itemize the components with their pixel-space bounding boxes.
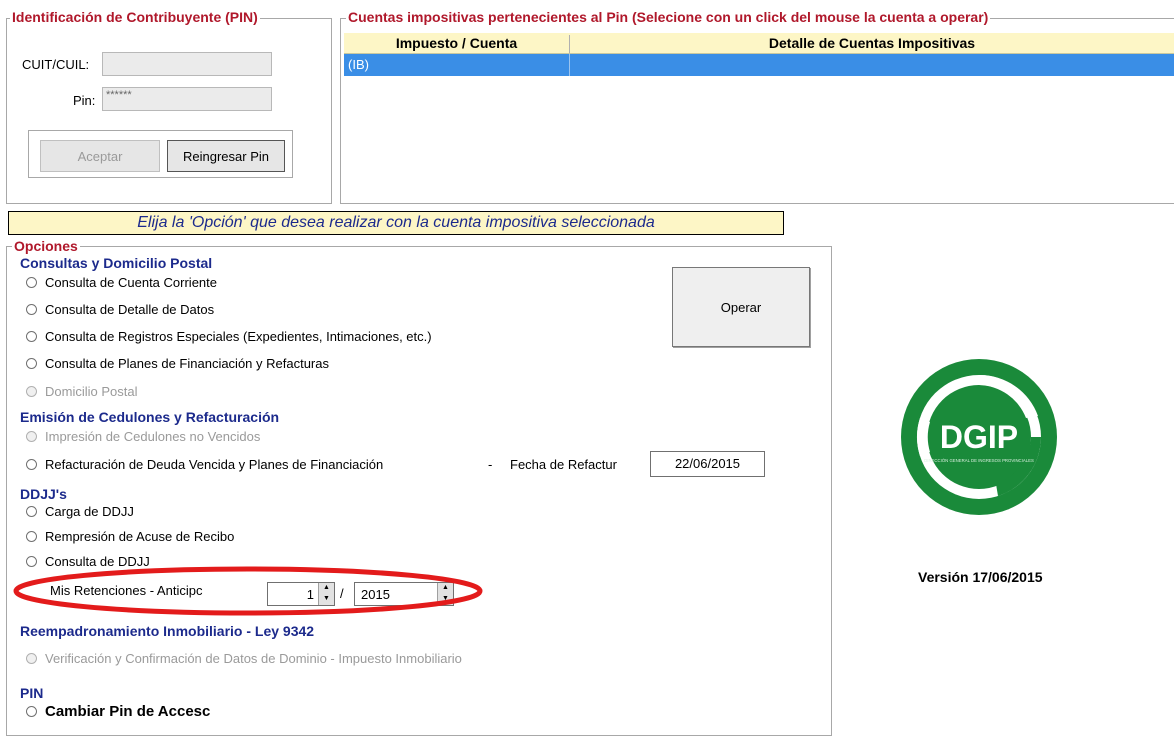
option-impresion-cedulones: Impresión de Cedulones no Vencidos bbox=[26, 429, 260, 444]
radio-icon bbox=[26, 653, 37, 664]
cell-divider bbox=[569, 54, 570, 76]
ddjj-title: DDJJ's bbox=[20, 486, 67, 502]
instruction-text: Elija la 'Opción' que desea realizar con… bbox=[137, 214, 655, 231]
option-label: Consulta de Detalle de Datos bbox=[45, 302, 215, 317]
column-header-detail[interactable]: Detalle de Cuentas Impositivas bbox=[570, 35, 1174, 51]
reempadronamiento-title: Reempadronamiento Inmobiliario - Ley 934… bbox=[20, 623, 315, 639]
emision-title: Emisión de Cedulones y Refacturación bbox=[20, 409, 280, 425]
option-label: Consulta de Cuenta Corriente bbox=[45, 275, 217, 290]
option-label: Carga de DDJJ bbox=[45, 504, 134, 519]
accounts-legend: Cuentas impositivas pertenecientes al Pi… bbox=[346, 9, 991, 25]
cuit-field[interactable] bbox=[102, 52, 272, 76]
option-label: Rempresión de Acuse de Recibo bbox=[45, 529, 235, 544]
logo-subtext: DIRECCIÓN GENERAL DE INGRESOS PROVINCIAL… bbox=[924, 458, 1034, 463]
dgip-logo: DGIP DIRECCIÓN GENERAL DE INGRESOS PROVI… bbox=[901, 359, 1057, 515]
option-label: Consulta de Planes de Financiación y Ref… bbox=[45, 356, 329, 371]
reenter-pin-button[interactable]: Reingresar Pin bbox=[167, 140, 285, 172]
pin-field[interactable]: ****** bbox=[102, 87, 272, 111]
annotation-ellipse bbox=[13, 566, 483, 616]
accounts-header: Impuesto / Cuenta Detalle de Cuentas Imp… bbox=[344, 33, 1174, 54]
pin-label: Pin: bbox=[73, 93, 96, 108]
option-registros-especiales[interactable]: Consulta de Registros Especiales (Expedi… bbox=[26, 329, 432, 344]
option-verificacion-dominio: Verificación y Confirmación de Datos de … bbox=[26, 651, 462, 666]
radio-icon bbox=[26, 386, 37, 397]
pin-legend: Identificación de Contribuyente (PIN) bbox=[10, 9, 260, 25]
radio-icon[interactable] bbox=[26, 459, 37, 470]
option-cambiar-pin[interactable]: Cambiar Pin de Accesc bbox=[26, 703, 210, 720]
radio-icon[interactable] bbox=[26, 706, 37, 717]
accounts-table: Impuesto / Cuenta Detalle de Cuentas Imp… bbox=[344, 33, 1174, 77]
radio-icon[interactable] bbox=[26, 331, 37, 342]
radio-icon[interactable] bbox=[26, 358, 37, 369]
instruction-banner: Elija la 'Opción' que desea realizar con… bbox=[8, 211, 784, 235]
version-label: Versión 17/06/2015 bbox=[918, 569, 1043, 585]
account-row-ib[interactable]: (IB) bbox=[344, 54, 1174, 76]
radio-icon[interactable] bbox=[26, 531, 37, 542]
accept-button[interactable]: Aceptar bbox=[40, 140, 160, 172]
option-detalle-datos[interactable]: Consulta de Detalle de Datos bbox=[26, 302, 214, 317]
cuit-label: CUIT/CUIL: bbox=[22, 57, 90, 72]
option-label: Domicilio Postal bbox=[45, 384, 138, 399]
column-header-account[interactable]: Impuesto / Cuenta bbox=[344, 35, 570, 53]
refactur-date-label: Fecha de Refactur bbox=[510, 457, 617, 472]
option-label: Verificación y Confirmación de Datos de … bbox=[45, 651, 462, 666]
option-cuenta-corriente[interactable]: Consulta de Cuenta Corriente bbox=[26, 275, 217, 290]
consultas-title: Consultas y Domicilio Postal bbox=[20, 255, 213, 271]
pin-title: PIN bbox=[20, 685, 44, 701]
account-cell: (IB) bbox=[348, 57, 369, 72]
refactur-separator: - bbox=[488, 457, 493, 472]
radio-icon[interactable] bbox=[26, 506, 37, 517]
option-label: Cambiar Pin de Accesc bbox=[45, 703, 211, 720]
option-domicilio-postal: Domicilio Postal bbox=[26, 384, 137, 399]
option-reimpresion-acuse[interactable]: Rempresión de Acuse de Recibo bbox=[26, 529, 234, 544]
option-refacturacion[interactable]: Refacturación de Deuda Vencida y Planes … bbox=[26, 457, 383, 472]
option-planes-financiacion[interactable]: Consulta de Planes de Financiación y Ref… bbox=[26, 356, 329, 371]
option-label: Consulta de Registros Especiales (Expedi… bbox=[45, 329, 432, 344]
refactur-date-input[interactable]: 22/06/2015 bbox=[650, 451, 765, 477]
logo-text: DGIP bbox=[940, 419, 1018, 455]
radio-icon[interactable] bbox=[26, 304, 37, 315]
option-carga-ddjj[interactable]: Carga de DDJJ bbox=[26, 504, 134, 519]
radio-icon bbox=[26, 431, 37, 442]
radio-icon[interactable] bbox=[26, 277, 37, 288]
option-label: Refacturación de Deuda Vencida y Planes … bbox=[45, 457, 384, 472]
options-legend: Opciones bbox=[12, 238, 80, 254]
option-label: Impresión de Cedulones no Vencidos bbox=[45, 429, 261, 444]
operate-button[interactable]: Operar bbox=[672, 267, 810, 347]
